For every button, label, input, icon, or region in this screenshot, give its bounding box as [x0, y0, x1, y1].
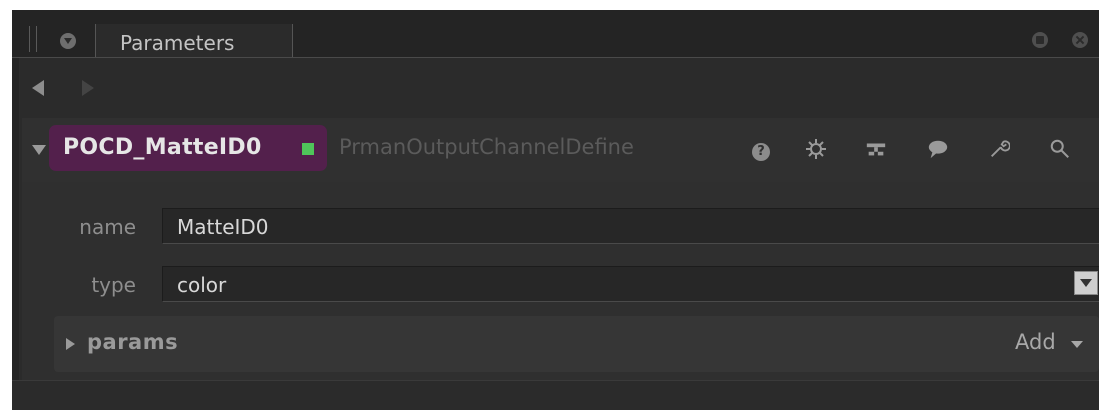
help-icon[interactable]: ? [752, 143, 770, 161]
params-group-label[interactable]: params [87, 330, 178, 354]
back-arrow-icon[interactable] [32, 80, 44, 96]
node-panel: POCD_MatteID0 PrmanOutputChannelDefine ? [22, 118, 1099, 380]
name-label: name [79, 215, 136, 239]
tab-bar-divider [12, 57, 1099, 58]
drag-grip[interactable] [29, 26, 37, 52]
magnifier-icon[interactable] [1049, 138, 1071, 160]
close-pane-icon[interactable] [1072, 32, 1088, 48]
node-type-label: PrmanOutputChannelDefine [339, 135, 634, 159]
add-dropdown-icon[interactable] [1071, 341, 1083, 348]
float-pane-icon[interactable] [1032, 32, 1048, 48]
gear-icon[interactable] [805, 138, 827, 160]
tab-parameters[interactable]: Parameters [96, 24, 293, 58]
tab-menu-icon[interactable] [60, 33, 76, 49]
tab-bar: Parameters [12, 10, 1099, 58]
collapse-arrow-icon[interactable] [32, 145, 46, 155]
type-label: type [91, 273, 136, 297]
panel-bottom-divider [12, 380, 1099, 381]
type-select-value: color [177, 273, 227, 297]
forward-arrow-icon[interactable] [82, 80, 94, 96]
wrench-icon[interactable] [988, 138, 1010, 160]
node-name: POCD_MatteID0 [63, 135, 262, 160]
node-header: POCD_MatteID0 PrmanOutputChannelDefine ? [22, 118, 1099, 182]
comment-icon[interactable] [927, 138, 949, 160]
type-select[interactable]: color [162, 266, 1099, 302]
chevron-down-icon[interactable] [1074, 271, 1098, 295]
add-button[interactable]: Add [1015, 330, 1056, 354]
node-name-badge[interactable]: POCD_MatteID0 [49, 125, 327, 171]
parameters-window: Parameters POCD_MatteID0 PrmanOutputChan… [12, 10, 1099, 410]
name-field[interactable]: MatteID0 [162, 208, 1099, 244]
expand-arrow-icon[interactable] [66, 338, 75, 350]
node-graph-icon[interactable] [865, 138, 887, 160]
left-rail [12, 58, 19, 380]
tab-label: Parameters [120, 31, 235, 55]
params-group: params Add [54, 316, 1099, 372]
name-field-value: MatteID0 [177, 215, 269, 239]
node-status-indicator [302, 143, 314, 155]
